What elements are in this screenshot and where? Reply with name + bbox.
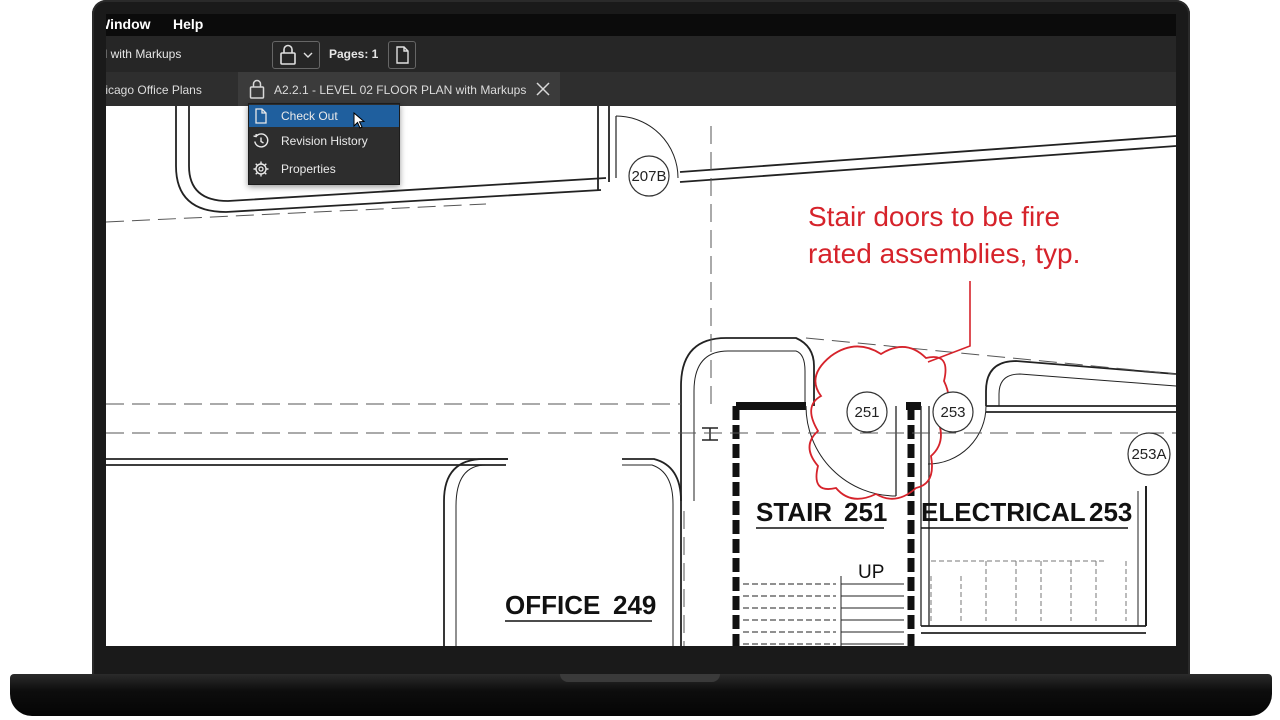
door-tag-253a: 253A	[1131, 446, 1166, 463]
door-tag-253: 253	[940, 404, 965, 421]
document-context-menu: Check Out Revision History Properties	[248, 103, 400, 185]
tab-document-label: A2.2.1 - LEVEL 02 FLOOR PLAN with Markup…	[274, 83, 527, 97]
floor-plan-drawing: 207B 251 253 253A Stair doors to be fire…	[106, 106, 1176, 646]
history-icon	[253, 133, 269, 148]
menu-window[interactable]: Window	[106, 16, 151, 32]
room-name-stair: STAIR	[756, 497, 832, 527]
menu-item-label: Revision History	[281, 134, 368, 148]
gear-icon	[253, 161, 269, 177]
menu-bar: Window Help	[106, 14, 1176, 36]
tab-project[interactable]: Chicago Office Plans	[106, 83, 202, 97]
room-name-office: OFFICE	[505, 590, 600, 620]
markup-note-line-2[interactable]: rated assemblies, typ.	[808, 238, 1080, 269]
page-icon	[396, 46, 409, 64]
menu-item-revision-history[interactable]: Revision History	[249, 130, 399, 152]
close-icon[interactable]	[536, 82, 550, 96]
app-screen: Window Help A2.2.1 - LEVEL 02 FLOOR PLAN…	[106, 14, 1176, 646]
lock-dropdown-button[interactable]	[272, 41, 320, 69]
menu-item-properties[interactable]: Properties	[249, 158, 399, 180]
room-number-251: 251	[844, 497, 887, 527]
revision-cloud-markup[interactable]	[808, 281, 971, 500]
laptop-notch	[560, 674, 720, 682]
mouse-cursor-icon	[353, 112, 366, 129]
door-tag-207b: 207B	[631, 168, 666, 185]
tab-bar: Chicago Office Plans A2.2.1 - LEVEL 02 F…	[106, 72, 1176, 106]
drawing-canvas[interactable]: 207B 251 253 253A Stair doors to be fire…	[106, 106, 1176, 646]
page-thumbnail-button[interactable]	[388, 41, 416, 69]
menu-item-label: Check Out	[281, 109, 338, 123]
markup-note-line-1[interactable]: Stair doors to be fire	[808, 201, 1060, 232]
document-icon	[255, 108, 267, 124]
door-tag-251: 251	[854, 404, 879, 421]
room-number-253: 253	[1089, 497, 1132, 527]
pages-count: Pages: 1	[329, 47, 379, 61]
tab-document-active[interactable]: A2.2.1 - LEVEL 02 FLOOR PLAN with Markup…	[238, 72, 560, 106]
lock-icon	[280, 44, 313, 65]
stair-direction-label: UP	[858, 562, 884, 583]
document-title: A2.2.1 - LEVEL 02 FLOOR PLAN with Markup…	[106, 47, 182, 61]
room-name-electrical: ELECTRICAL	[921, 497, 1086, 527]
menu-item-label: Properties	[281, 162, 336, 176]
menu-item-check-out[interactable]: Check Out	[249, 105, 399, 129]
lock-icon	[249, 79, 265, 99]
room-number-249: 249	[613, 590, 656, 620]
toolbar: A2.2.1 - LEVEL 02 FLOOR PLAN with Markup…	[106, 36, 1176, 72]
menu-help[interactable]: Help	[173, 16, 203, 32]
